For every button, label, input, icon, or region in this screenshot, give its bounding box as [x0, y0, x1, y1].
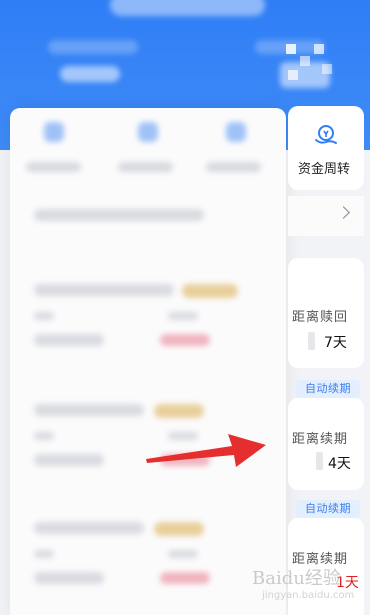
blurred-row — [34, 209, 204, 221]
blurred-panel — [10, 108, 286, 615]
pixel-mask — [288, 70, 298, 80]
redaction-mask — [308, 332, 315, 350]
blurred-tag — [154, 404, 204, 418]
blurred-icon — [44, 122, 64, 142]
blurred-title — [110, 0, 265, 16]
blurred-row — [34, 312, 54, 320]
blurred-tag — [182, 284, 238, 298]
redaction-mask — [316, 452, 323, 470]
blurred-tag — [160, 572, 210, 584]
days-value: 7天 — [324, 335, 347, 351]
auto-renew-badge: 自动续期 — [296, 380, 360, 398]
pixel-mask — [286, 44, 296, 54]
blurred-icon — [138, 122, 158, 142]
blurred-tab-label — [48, 40, 138, 54]
blurred-tab-value — [60, 66, 120, 82]
blurred-icon — [226, 122, 246, 142]
pixel-mask — [300, 56, 310, 66]
blurred-row — [168, 550, 198, 558]
blurred-label — [26, 162, 81, 172]
fund-turnover-icon — [315, 125, 337, 144]
distance-label: 距离续期 — [292, 432, 349, 447]
blurred-row — [168, 312, 198, 320]
days-value: 4天 — [328, 456, 351, 472]
blurred-row — [34, 284, 174, 296]
blurred-row — [34, 334, 104, 346]
product-card[interactable]: 距离赎回 7天 — [288, 258, 364, 368]
fund-turnover-label: 资金周转 — [298, 162, 351, 177]
blurred-row — [34, 522, 144, 534]
blurred-tag — [154, 522, 204, 536]
red-arrow-annotation — [146, 434, 266, 467]
blurred-row — [34, 454, 104, 466]
blurred-label — [206, 162, 261, 172]
product-card[interactable]: 距离续期 4天 — [288, 398, 364, 490]
blurred-row — [34, 404, 144, 416]
blurred-row — [34, 572, 104, 584]
pixel-mask — [314, 44, 324, 54]
row-entry[interactable] — [288, 196, 364, 236]
watermark-url: jingyan.baidu.com — [262, 590, 355, 601]
distance-label: 距离赎回 — [292, 310, 349, 325]
blurred-label — [118, 162, 173, 172]
blurred-row — [34, 550, 54, 558]
watermark: Baidu经验 — [252, 568, 341, 589]
auto-renew-badge: 自动续期 — [296, 500, 360, 518]
fund-turnover-card[interactable]: 资金周转 — [288, 106, 364, 190]
blurred-tag — [160, 334, 210, 346]
pixel-mask — [322, 64, 332, 74]
blurred-row — [34, 432, 54, 440]
